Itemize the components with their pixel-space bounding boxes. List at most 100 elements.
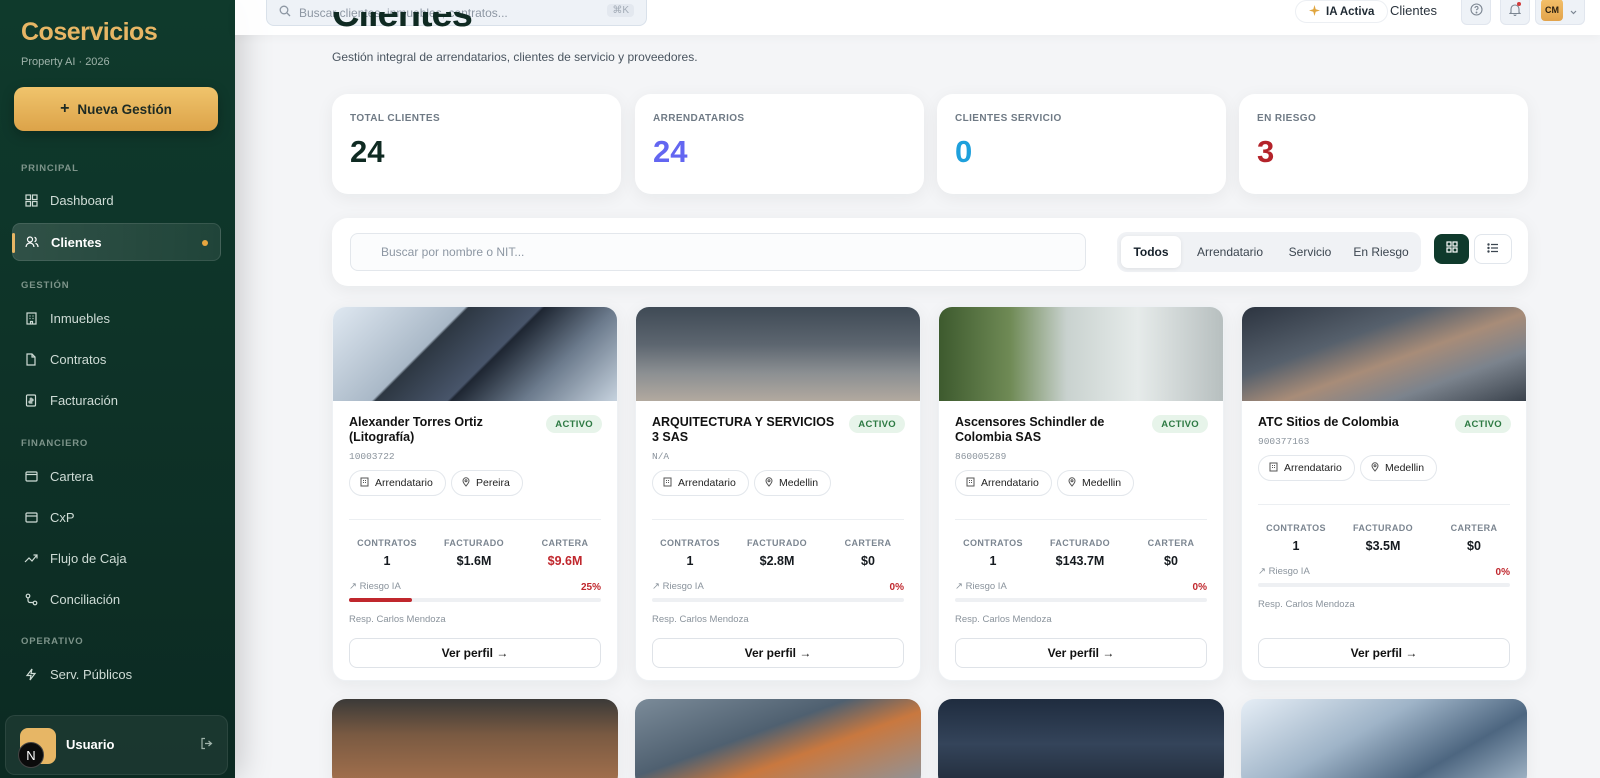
location-pin-icon bbox=[1068, 476, 1076, 490]
client-city-label: Medellin bbox=[779, 477, 819, 489]
client-card-cover[interactable] bbox=[938, 699, 1224, 778]
sidebar-item-label: Clientes bbox=[51, 234, 102, 250]
metric-value: $0 bbox=[1467, 539, 1481, 553]
sidebar-item-label: Inmuebles bbox=[50, 310, 110, 326]
client-search-input[interactable]: Buscar por nombre o NIT... bbox=[350, 233, 1086, 271]
help-button[interactable] bbox=[1461, 0, 1491, 25]
metric-cartera: CARTERA $9.6M bbox=[525, 538, 605, 568]
sidebar-item-dashboard[interactable]: Dashboard bbox=[12, 181, 221, 219]
client-card[interactable]: Alexander Torres Ortiz (Litografía) ACTI… bbox=[332, 306, 618, 681]
metric-value: 1 bbox=[686, 554, 694, 568]
metric-label: CONTRATOS bbox=[1266, 523, 1326, 533]
logout-icon[interactable] bbox=[200, 737, 213, 755]
client-card-cover[interactable] bbox=[332, 699, 618, 778]
document-icon bbox=[24, 352, 38, 366]
sidebar-item-contratos[interactable]: Contratos bbox=[12, 340, 221, 378]
client-name: ATC Sitios de Colombia bbox=[1258, 415, 1399, 429]
metric-label: CONTRATOS bbox=[660, 538, 720, 548]
client-card[interactable]: ARQUITECTURA Y SERVICIOS 3 SAS ACTIVO N/… bbox=[635, 306, 921, 681]
client-card[interactable]: ATC Sitios de Colombia ACTIVO 900377163 … bbox=[1241, 306, 1527, 681]
ia-status-badge[interactable]: IA Activa bbox=[1295, 0, 1389, 23]
responsible-label: Resp. Carlos Mendoza bbox=[349, 614, 446, 625]
risk-percent: 0% bbox=[1495, 567, 1510, 578]
sidebar-item-clientes[interactable]: Clientes bbox=[12, 223, 221, 261]
stat-label: ARRENDATARIOS bbox=[653, 113, 745, 124]
active-dot bbox=[202, 240, 208, 246]
client-type-chip: Arrendatario bbox=[349, 470, 446, 496]
list-view-button[interactable] bbox=[1474, 234, 1512, 264]
new-gestion-button[interactable]: + Nueva Gestión bbox=[14, 87, 218, 131]
view-profile-button[interactable]: Ver perfil → bbox=[652, 638, 904, 668]
client-name: ARQUITECTURA Y SERVICIOS 3 SAS bbox=[652, 415, 835, 444]
notification-dot bbox=[1517, 2, 1521, 6]
sidebar-item-facturacion[interactable]: Facturación bbox=[12, 381, 221, 419]
risk-percent: 0% bbox=[1192, 582, 1207, 593]
user-menu[interactable]: CM bbox=[1535, 0, 1585, 25]
grid-icon bbox=[24, 193, 38, 207]
location-pin-icon bbox=[765, 476, 773, 490]
metric-cartera: CARTERA $0 bbox=[1434, 523, 1514, 553]
responsible-label: Resp. Carlos Mendoza bbox=[955, 614, 1052, 625]
brand-logo[interactable]: Coservicios bbox=[21, 18, 158, 47]
metric-facturado: FACTURADO $2.8M bbox=[737, 538, 817, 568]
sidebar-item-flujo-caja[interactable]: Flujo de Caja bbox=[12, 539, 221, 577]
building-icon bbox=[663, 477, 672, 490]
metric-label: CONTRATOS bbox=[963, 538, 1023, 548]
sidebar-item-inmuebles[interactable]: Inmuebles bbox=[12, 299, 221, 337]
stat-card-servicio: CLIENTES SERVICIO 0 bbox=[937, 94, 1226, 194]
building-icon bbox=[24, 311, 38, 325]
sidebar-item-label: Flujo de Caja bbox=[50, 550, 127, 566]
stat-label: EN RIESGO bbox=[1257, 113, 1317, 124]
view-profile-button[interactable]: Ver perfil → bbox=[955, 638, 1207, 668]
tab-todos[interactable]: Todos bbox=[1121, 236, 1181, 268]
stat-value: 24 bbox=[653, 134, 688, 169]
tab-en-riesgo[interactable]: En Riesgo bbox=[1345, 236, 1417, 268]
sidebar-item-conciliacion[interactable]: Conciliación bbox=[12, 580, 221, 618]
sidebar-item-cartera[interactable]: Cartera bbox=[12, 457, 221, 495]
client-card-cover[interactable] bbox=[1241, 699, 1527, 778]
client-card[interactable]: Ascensores Schindler de Colombia SAS ACT… bbox=[938, 306, 1224, 681]
client-type-chip: Arrendatario bbox=[652, 470, 749, 496]
risk-bar bbox=[955, 598, 1207, 602]
client-card-cover[interactable] bbox=[635, 699, 921, 778]
metric-facturado: FACTURADO $3.5M bbox=[1343, 523, 1423, 553]
client-name: Ascensores Schindler de Colombia SAS bbox=[955, 415, 1105, 444]
tab-servicio[interactable]: Servicio bbox=[1277, 236, 1343, 268]
metric-value: $9.6M bbox=[547, 554, 583, 568]
metric-label: CARTERA bbox=[541, 538, 589, 548]
page-title: Clientes bbox=[332, 12, 472, 35]
sidebar-item-cxp[interactable]: CxP bbox=[12, 498, 221, 536]
building-icon bbox=[1269, 462, 1278, 475]
grid-icon bbox=[1445, 240, 1458, 258]
risk-bar bbox=[349, 598, 601, 602]
location-pin-icon bbox=[462, 476, 470, 490]
filter-tabs: Todos Arrendatario Servicio En Riesgo bbox=[1117, 232, 1421, 272]
metric-value: $0 bbox=[861, 554, 875, 568]
stat-label: TOTAL CLIENTES bbox=[350, 113, 441, 124]
user-card[interactable]: N Usuario bbox=[5, 715, 228, 775]
client-type-label: Arrendatario bbox=[375, 477, 433, 489]
building-icon bbox=[360, 477, 369, 490]
risk-percent: 0% bbox=[889, 582, 904, 593]
metric-label: FACTURADO bbox=[443, 538, 505, 548]
risk-percent: 25% bbox=[580, 582, 601, 593]
risk-bar bbox=[1258, 583, 1510, 587]
location-pin-icon bbox=[1371, 461, 1379, 475]
sidebar-item-servicios-publicos[interactable]: Serv. Públicos bbox=[12, 655, 221, 693]
client-type-label: Arrendatario bbox=[678, 477, 736, 489]
new-gestion-label: Nueva Gestión bbox=[77, 101, 172, 117]
users-icon bbox=[25, 235, 39, 249]
client-city-chip: Pereira bbox=[451, 470, 523, 496]
client-city-chip: Medellin bbox=[1057, 470, 1135, 496]
tab-arrendatario[interactable]: Arrendatario bbox=[1185, 236, 1275, 268]
client-nit: 10003722 bbox=[349, 451, 395, 462]
trending-up-icon bbox=[24, 551, 38, 565]
sidebar-item-label: Contratos bbox=[50, 351, 107, 367]
grid-view-button[interactable] bbox=[1434, 234, 1469, 264]
client-cover-image bbox=[636, 307, 920, 401]
notifications-button[interactable] bbox=[1500, 0, 1530, 25]
view-profile-button[interactable]: Ver perfil → bbox=[1258, 638, 1510, 668]
view-profile-button[interactable]: Ver perfil → bbox=[349, 638, 601, 668]
list-icon bbox=[1487, 240, 1499, 258]
client-cover-image bbox=[333, 307, 617, 401]
